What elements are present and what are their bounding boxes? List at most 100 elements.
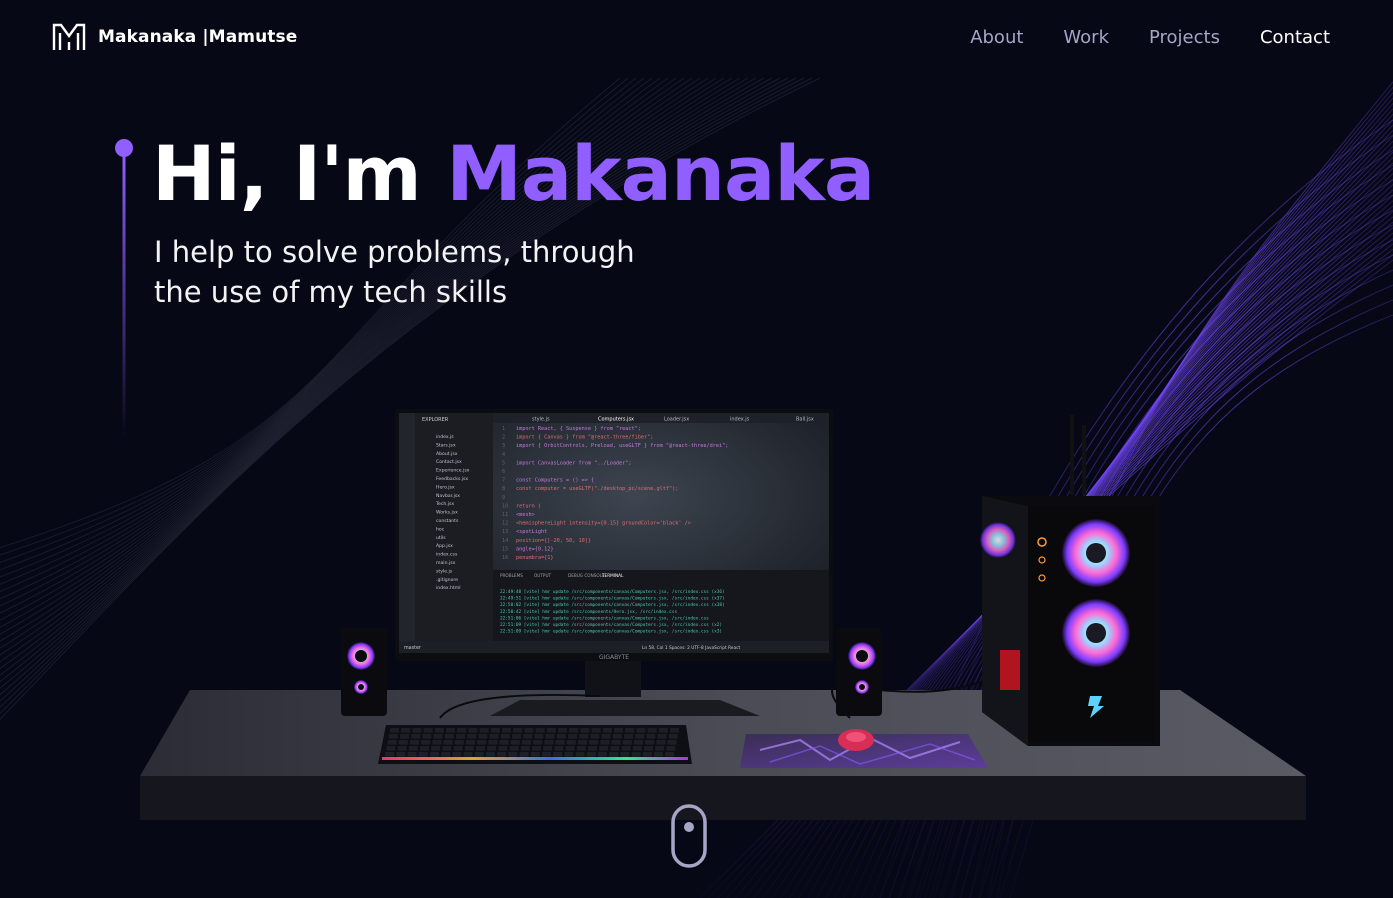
keyboard-key <box>625 728 635 733</box>
explorer-file[interactable]: Experience.jsx <box>436 468 470 474</box>
explorer-file[interactable]: Works.jsx <box>436 510 458 516</box>
explorer-file[interactable]: App.jsx <box>436 543 453 549</box>
terminal-tab[interactable]: OUTPUT <box>534 573 552 578</box>
code-line-number: 6 <box>502 469 505 475</box>
keyboard-key <box>466 740 475 745</box>
code-line: penumbra={1} <box>516 555 553 561</box>
explorer-file[interactable]: Tech.jsx <box>435 501 454 507</box>
nav-link-projects[interactable]: Projects <box>1149 27 1220 48</box>
keyboard-key <box>533 740 543 745</box>
keyboard-key <box>454 740 464 745</box>
terminal-line: 22:51:06 [vite] hmr update /src/componen… <box>500 615 709 621</box>
keyboard-key <box>408 746 418 751</box>
keyboard-key <box>542 752 551 757</box>
keyboard-key <box>522 740 531 745</box>
keyboard-key <box>418 752 428 757</box>
keyboard-key <box>430 752 439 757</box>
keyboard-key <box>575 752 585 757</box>
code-line-number: 4 <box>502 452 505 458</box>
explorer-file[interactable]: style.js <box>436 568 453 574</box>
keyboard-key <box>546 728 556 733</box>
keyboard-key <box>579 734 589 739</box>
explorer-file[interactable]: index.js <box>436 434 454 440</box>
explorer-file[interactable]: utils <box>436 535 446 541</box>
keyboard-key <box>621 746 631 751</box>
keyboard-key <box>644 746 653 751</box>
explorer-file[interactable]: Feedbacks.jsx <box>436 476 468 482</box>
keyboard-key <box>600 740 610 745</box>
editor-tab[interactable]: Ball.jsx <box>796 417 814 423</box>
code-line: <mesh> <box>516 512 535 518</box>
explorer-file[interactable]: .gitignore <box>436 577 458 583</box>
terminal-tab[interactable]: DEBUG CONSOLE <box>568 573 605 578</box>
explorer-file[interactable]: Stars.jsx <box>436 442 456 448</box>
code-line: const Computers = () => { <box>516 478 594 484</box>
keyboard-key <box>553 752 563 757</box>
monitor: EXPLORER index.js Stars.jsx About.jsx Conta… <box>395 409 833 716</box>
keyboard-key <box>590 734 600 739</box>
keyboard-key <box>510 740 520 745</box>
explorer-file[interactable]: About.jsx <box>436 451 458 457</box>
explorer-file[interactable]: index.html <box>436 585 461 591</box>
logo[interactable]: Makanaka |Mamutse <box>52 22 297 52</box>
keyboard-key <box>477 740 487 745</box>
editor-tab[interactable]: index.js <box>730 417 750 423</box>
keyboard-key <box>410 740 419 745</box>
explorer-file[interactable]: Contact.jsx <box>436 459 462 465</box>
keyboard-key <box>556 734 566 739</box>
keyboard-key <box>509 746 519 751</box>
explorer-file[interactable]: main.jsx <box>436 560 456 566</box>
keyboard-key <box>431 746 441 751</box>
explorer-file[interactable]: constants <box>436 518 459 524</box>
keyboard-key <box>670 728 679 733</box>
monitor-brand: GIGABYTE <box>599 654 629 661</box>
nav-link-contact[interactable]: Contact <box>1260 27 1330 48</box>
keyboard-key <box>498 746 508 751</box>
desk-setup-3d-scene[interactable]: EXPLORER index.js Stars.jsx About.jsx Conta… <box>140 400 1310 830</box>
keyboard-key <box>497 752 507 757</box>
keyboard-key <box>635 734 645 739</box>
mouse <box>838 729 874 751</box>
keyboard-key <box>441 752 451 757</box>
explorer-file[interactable]: Hero.jsx <box>436 484 455 490</box>
editor-tab[interactable]: Loader.jsx <box>664 417 689 423</box>
code-line-number: 13 <box>502 529 508 535</box>
logo-last-name: Mamutse <box>208 27 298 47</box>
code-line-number: 14 <box>502 538 508 544</box>
keyboard-key <box>479 728 489 733</box>
navbar: Makanaka |Mamutse About Work Projects Co… <box>0 0 1393 78</box>
nav-link-about[interactable]: About <box>970 27 1023 48</box>
terminal-tab[interactable]: PROBLEMS <box>500 573 523 578</box>
keyboard-key <box>609 752 619 757</box>
nav-link-work[interactable]: Work <box>1063 27 1109 48</box>
terminal-line: 22:51:09 [vite] hmr update /src/componen… <box>500 622 722 628</box>
mouse-scroll-icon[interactable] <box>671 804 707 868</box>
keyboard-key <box>508 752 518 757</box>
terminal-tab[interactable]: TERMINAL <box>601 573 624 578</box>
explorer-file[interactable]: hoc <box>436 526 445 532</box>
keyboard-key <box>396 752 406 757</box>
keyboard-key <box>457 728 467 733</box>
keyboard-key <box>668 734 678 739</box>
code-line-number: 7 <box>502 478 505 484</box>
keyboard-key <box>386 746 396 751</box>
keyboard-key <box>632 746 642 751</box>
keyboard-key <box>523 734 533 739</box>
right-speaker <box>836 628 882 716</box>
keyboard-key <box>655 746 665 751</box>
explorer-file[interactable]: index.css <box>436 552 458 558</box>
explorer-file[interactable]: Navbar.jsx <box>436 493 460 499</box>
keyboard-key <box>642 752 652 757</box>
keyboard-key <box>468 728 478 733</box>
keyboard-key <box>598 752 607 757</box>
editor-tab[interactable]: style.js <box>532 417 550 423</box>
status-branch: master <box>404 645 421 651</box>
keyboard-key <box>658 728 668 733</box>
keyboard-key <box>412 728 422 733</box>
hero-subtitle-line-1: I help to solve problems, through <box>154 235 635 269</box>
keyboard-key <box>654 752 663 757</box>
keyboard-key <box>478 734 488 739</box>
keyboard-key <box>401 728 411 733</box>
editor-tab[interactable]: Computers.jsx <box>598 417 634 423</box>
keyboard-key <box>565 746 575 751</box>
